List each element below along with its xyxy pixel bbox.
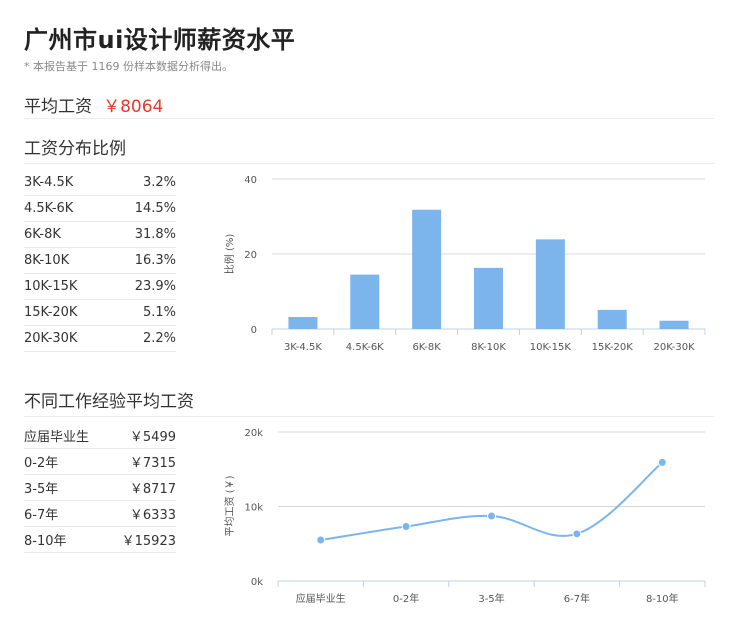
x-tick-label: 3-5年 — [478, 592, 504, 605]
x-tick-label: 8K-10K — [471, 342, 506, 353]
x-tick-label: 10K-15K — [530, 342, 572, 353]
experience-section-title: 不同工作经验平均工资 — [24, 387, 714, 417]
table-row: 应届毕业生 ￥5499 — [24, 423, 176, 449]
range-percent: 16.3% — [134, 253, 176, 268]
average-salary-row: 平均工资 ￥8064 — [24, 92, 714, 119]
experience-label: 3-5年 — [24, 482, 59, 497]
table-row: 8K-10K 16.3% — [24, 248, 176, 274]
data-point — [316, 535, 326, 545]
experience-label: 0-2年 — [24, 456, 59, 471]
experience-label: 6-7年 — [24, 508, 59, 523]
bar — [474, 267, 503, 329]
y-tick-label: 20 — [244, 250, 257, 261]
table-row: 6-7年 ￥6333 — [24, 501, 176, 527]
range-label: 3K-4.5K — [24, 175, 74, 190]
range-percent: 23.9% — [134, 279, 176, 294]
x-tick-label: 4.5K-6K — [346, 342, 384, 353]
average-salary-value: ￥8064 — [103, 97, 164, 117]
distribution-table: 3K-4.5K 3.2% 4.5K-6K 14.5% 6K-8K 31.8% 8K-1… — [24, 170, 176, 352]
y-axis-label: 比例 (%) — [223, 234, 236, 275]
bar — [597, 309, 627, 329]
y-axis-label: 平均工资 (￥) — [224, 475, 236, 536]
distribution-section-title: 工资分布比例 — [24, 134, 714, 164]
experience-salary: ￥5499 — [129, 430, 176, 445]
table-row: 3-5年 ￥8717 — [24, 475, 176, 501]
x-tick-label: 8-10年 — [646, 592, 679, 605]
table-row: 4.5K-6K 14.5% — [24, 196, 176, 222]
data-point — [657, 457, 667, 467]
range-percent: 31.8% — [134, 227, 176, 242]
table-row: 10K-15K 23.9% — [24, 274, 176, 300]
range-percent: 5.1% — [142, 305, 176, 320]
range-percent: 2.2% — [142, 331, 176, 346]
range-label: 4.5K-6K — [24, 201, 74, 216]
series-line — [320, 461, 663, 542]
bar — [535, 239, 565, 329]
table-row: 3K-4.5K 3.2% — [24, 170, 176, 196]
range-label: 8K-10K — [24, 253, 70, 268]
range-label: 15K-20K — [24, 305, 78, 320]
range-label: 20K-30K — [24, 331, 78, 346]
experience-salary: ￥8717 — [129, 482, 176, 497]
x-tick-label: 应届毕业生 — [296, 592, 346, 605]
table-row: 0-2年 ￥7315 — [24, 449, 176, 475]
table-row: 8-10年 ￥15923 — [24, 527, 176, 553]
experience-label: 8-10年 — [24, 534, 67, 549]
x-tick-label: 0-2年 — [393, 592, 419, 605]
x-tick-label: 6-7年 — [564, 592, 590, 605]
y-tick-label: 0 — [251, 325, 257, 336]
range-percent: 3.2% — [142, 175, 176, 190]
experience-label: 应届毕业生 — [24, 430, 90, 445]
range-percent: 14.5% — [134, 201, 176, 216]
y-tick-label: 0k — [251, 577, 263, 588]
bar — [350, 274, 380, 329]
data-point — [401, 522, 411, 532]
table-row: 6K-8K 31.8% — [24, 222, 176, 248]
experience-salary: ￥6333 — [129, 508, 176, 523]
experience-table: 应届毕业生 ￥5499 0-2年 ￥7315 3-5年 ￥8717 6-7年 ￥6333… — [24, 423, 176, 553]
page-title: 广州市ui设计师薪资水平 — [24, 26, 296, 54]
table-row: 15K-20K 5.1% — [24, 300, 176, 326]
experience-salary: ￥15923 — [121, 534, 176, 549]
bar — [288, 317, 318, 329]
y-tick-label: 10k — [244, 503, 263, 514]
table-row: 20K-30K 2.2% — [24, 326, 176, 352]
experience-salary: ￥7315 — [129, 456, 176, 471]
bar — [659, 320, 689, 329]
y-tick-label: 20k — [244, 428, 263, 439]
data-point — [487, 511, 496, 521]
x-tick-label: 3K-4.5K — [284, 342, 322, 353]
range-label: 10K-15K — [24, 279, 78, 294]
average-salary-label: 平均工资 — [24, 97, 92, 117]
x-tick-label: 6K-8K — [412, 342, 441, 353]
data-point — [572, 529, 582, 539]
x-tick-label: 20K-30K — [654, 342, 696, 353]
y-tick-label: 40 — [244, 175, 257, 186]
sample-note: * 本报告基于 1169 份样本数据分析得出。 — [24, 60, 233, 73]
range-label: 6K-8K — [24, 227, 61, 242]
x-tick-label: 15K-20K — [592, 342, 634, 353]
bar — [412, 209, 442, 329]
